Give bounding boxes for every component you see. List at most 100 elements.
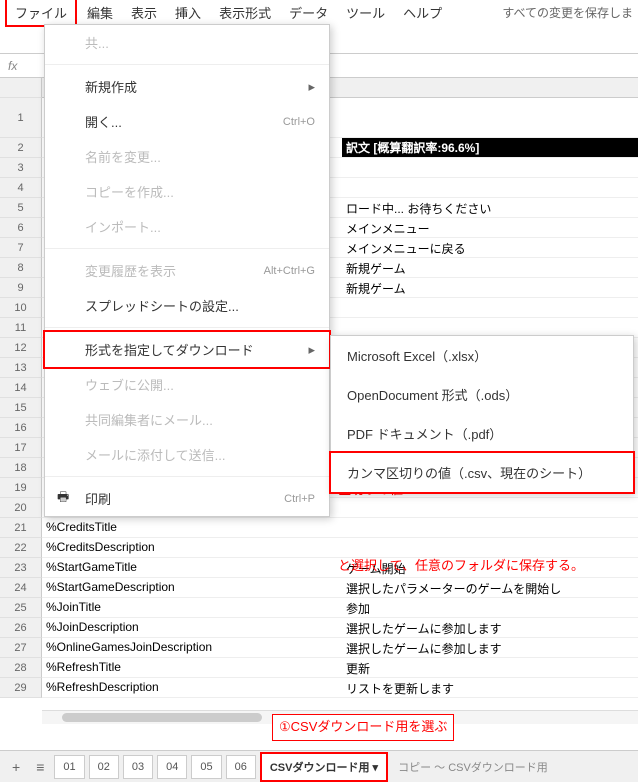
row-header-spacer <box>0 78 42 98</box>
menu-history[interactable]: 変更履歴を表示Alt+Ctrl+G <box>45 253 329 288</box>
print-icon: 🖶 <box>57 488 69 510</box>
submenu-arrow-icon: ▸ <box>308 342 315 358</box>
menu-print[interactable]: 🖶印刷Ctrl+P <box>45 481 329 516</box>
row-header[interactable]: 22 <box>0 538 42 558</box>
row-header[interactable]: 16 <box>0 418 42 438</box>
row-header[interactable]: 14 <box>0 378 42 398</box>
menu-rename[interactable]: 名前を変更... <box>45 139 329 174</box>
sheet-tab[interactable]: 01 <box>54 755 84 779</box>
cell[interactable]: %OnlineGamesJoinDescription <box>42 638 342 657</box>
menu-view[interactable]: 表示 <box>123 0 165 25</box>
menu-copy[interactable]: コピーを作成... <box>45 174 329 209</box>
menu-open[interactable]: 開く...Ctrl+O <box>45 104 329 139</box>
cell[interactable]: ロード中... お待ちください <box>342 198 638 217</box>
menu-new[interactable]: 新規作成▸ <box>45 69 329 104</box>
sheet-tab[interactable]: 05 <box>191 755 221 779</box>
row-header[interactable]: 20 <box>0 498 42 518</box>
cell[interactable]: 選択したゲームに参加します <box>342 638 638 657</box>
menu-download-as[interactable]: 形式を指定してダウンロード▸ <box>43 330 331 369</box>
header-cell[interactable]: 訳文 [概算翻訳率:96.6%] <box>342 138 638 157</box>
submenu-csv[interactable]: カンマ区切りの値（.csv、現在のシート） <box>329 451 635 494</box>
row-header[interactable]: 17 <box>0 438 42 458</box>
menu-email-attach[interactable]: メールに添付して送信... <box>45 437 329 472</box>
row-header[interactable]: 25 <box>0 598 42 618</box>
row-header[interactable]: 5 <box>0 198 42 218</box>
row-header[interactable]: 29 <box>0 678 42 698</box>
cell[interactable]: %RefreshDescription <box>42 678 342 697</box>
row-header[interactable]: 1 <box>0 98 42 138</box>
row-header[interactable]: 4 <box>0 178 42 198</box>
sheet-tab[interactable]: 04 <box>157 755 187 779</box>
row-header[interactable]: 7 <box>0 238 42 258</box>
menu-format[interactable]: 表示形式 <box>211 0 279 25</box>
row-header[interactable]: 6 <box>0 218 42 238</box>
row-header[interactable]: 9 <box>0 278 42 298</box>
menu-tools[interactable]: ツール <box>338 0 393 25</box>
submenu-xlsx[interactable]: Microsoft Excel（.xlsx） <box>331 336 633 375</box>
menu-edit[interactable]: 編集 <box>79 0 121 25</box>
cell[interactable]: 参加 <box>342 598 638 617</box>
scroll-thumb[interactable] <box>62 713 262 722</box>
submenu-ods[interactable]: OpenDocument 形式（.ods） <box>331 375 633 414</box>
row-header[interactable]: 28 <box>0 658 42 678</box>
row-header[interactable]: 11 <box>0 318 42 338</box>
row-header[interactable]: 12 <box>0 338 42 358</box>
row-header[interactable]: 27 <box>0 638 42 658</box>
sheet-tab[interactable]: 06 <box>226 755 256 779</box>
cell[interactable]: %CreditsTitle <box>42 518 342 537</box>
cell[interactable]: リストを更新します <box>342 678 638 697</box>
row-header[interactable]: 24 <box>0 578 42 598</box>
separator <box>45 327 329 328</box>
shortcut: Alt+Ctrl+G <box>264 265 315 277</box>
cell[interactable]: メインメニュー <box>342 218 638 237</box>
menu-help[interactable]: ヘルプ <box>395 0 450 25</box>
sheet-tab[interactable]: 02 <box>89 755 119 779</box>
row-header[interactable]: 8 <box>0 258 42 278</box>
menubar: ファイル 編集 表示 挿入 表示形式 データ ツール ヘルプ すべての変更を保存… <box>0 0 638 24</box>
menu-import[interactable]: インポート... <box>45 209 329 244</box>
add-sheet-button[interactable]: + <box>6 755 26 779</box>
sheet-tab-active[interactable]: CSVダウンロード用 ▾ <box>260 752 388 782</box>
sheet-tab-extra[interactable]: コピー ～ CSVダウンロード用 <box>398 759 548 775</box>
row-header[interactable]: 15 <box>0 398 42 418</box>
dropdown-arrow-icon: ▾ <box>373 762 379 774</box>
row-header[interactable]: 21 <box>0 518 42 538</box>
menu-email-collab[interactable]: 共同編集者にメール... <box>45 402 329 437</box>
all-sheets-button[interactable]: ≡ <box>30 755 50 779</box>
row-header[interactable]: 19 <box>0 478 42 498</box>
cell[interactable]: 新規ゲーム <box>342 258 638 277</box>
cell[interactable]: 選択したパラメーターのゲームを開始し <box>342 578 638 597</box>
sheet-tab[interactable]: 03 <box>123 755 153 779</box>
cell[interactable]: 選択したゲームに参加します <box>342 618 638 637</box>
row-header[interactable]: 18 <box>0 458 42 478</box>
cell[interactable]: 更新 <box>342 658 638 677</box>
menu-insert[interactable]: 挿入 <box>167 0 209 25</box>
cell[interactable]: %JoinDescription <box>42 618 342 637</box>
row-headers: 1 2 3 4 5 6 7 8 9 10 11 12 13 14 15 16 1… <box>0 78 42 698</box>
save-status: すべての変更を保存しま <box>502 4 633 21</box>
row-header[interactable]: 13 <box>0 358 42 378</box>
cell[interactable]: %RefreshTitle <box>42 658 342 677</box>
cell[interactable]: %StartGameTitle <box>42 558 342 577</box>
shortcut: Ctrl+P <box>284 493 315 505</box>
cell[interactable]: 新規ゲーム <box>342 278 638 297</box>
cell[interactable]: %StartGameDescription <box>42 578 342 597</box>
menu-file[interactable]: ファイル <box>5 0 77 27</box>
menu-share[interactable]: 共... <box>45 25 329 60</box>
annotation-step1: ①CSVダウンロード用を選ぶ <box>272 714 454 741</box>
row-header[interactable]: 3 <box>0 158 42 178</box>
menu-data[interactable]: データ <box>281 0 336 25</box>
sheet-tabs-bar: + ≡ 01 02 03 04 05 06 CSVダウンロード用 ▾ コピー ～… <box>0 750 638 782</box>
menu-settings[interactable]: スプレッドシートの設定... <box>45 288 329 323</box>
download-submenu: Microsoft Excel（.xlsx） OpenDocument 形式（.… <box>330 335 634 493</box>
cell[interactable]: メインメニューに戻る <box>342 238 638 257</box>
submenu-pdf[interactable]: PDF ドキュメント（.pdf） <box>331 414 633 453</box>
annotation-step2b: と選択して、任意のフォルダに保存する。 <box>338 556 628 577</box>
menu-publish[interactable]: ウェブに公開... <box>45 367 329 402</box>
cell[interactable]: %JoinTitle <box>42 598 342 617</box>
row-header[interactable]: 10 <box>0 298 42 318</box>
row-header[interactable]: 26 <box>0 618 42 638</box>
row-header[interactable]: 2 <box>0 138 42 158</box>
cell[interactable]: %CreditsDescription <box>42 538 342 557</box>
row-header[interactable]: 23 <box>0 558 42 578</box>
